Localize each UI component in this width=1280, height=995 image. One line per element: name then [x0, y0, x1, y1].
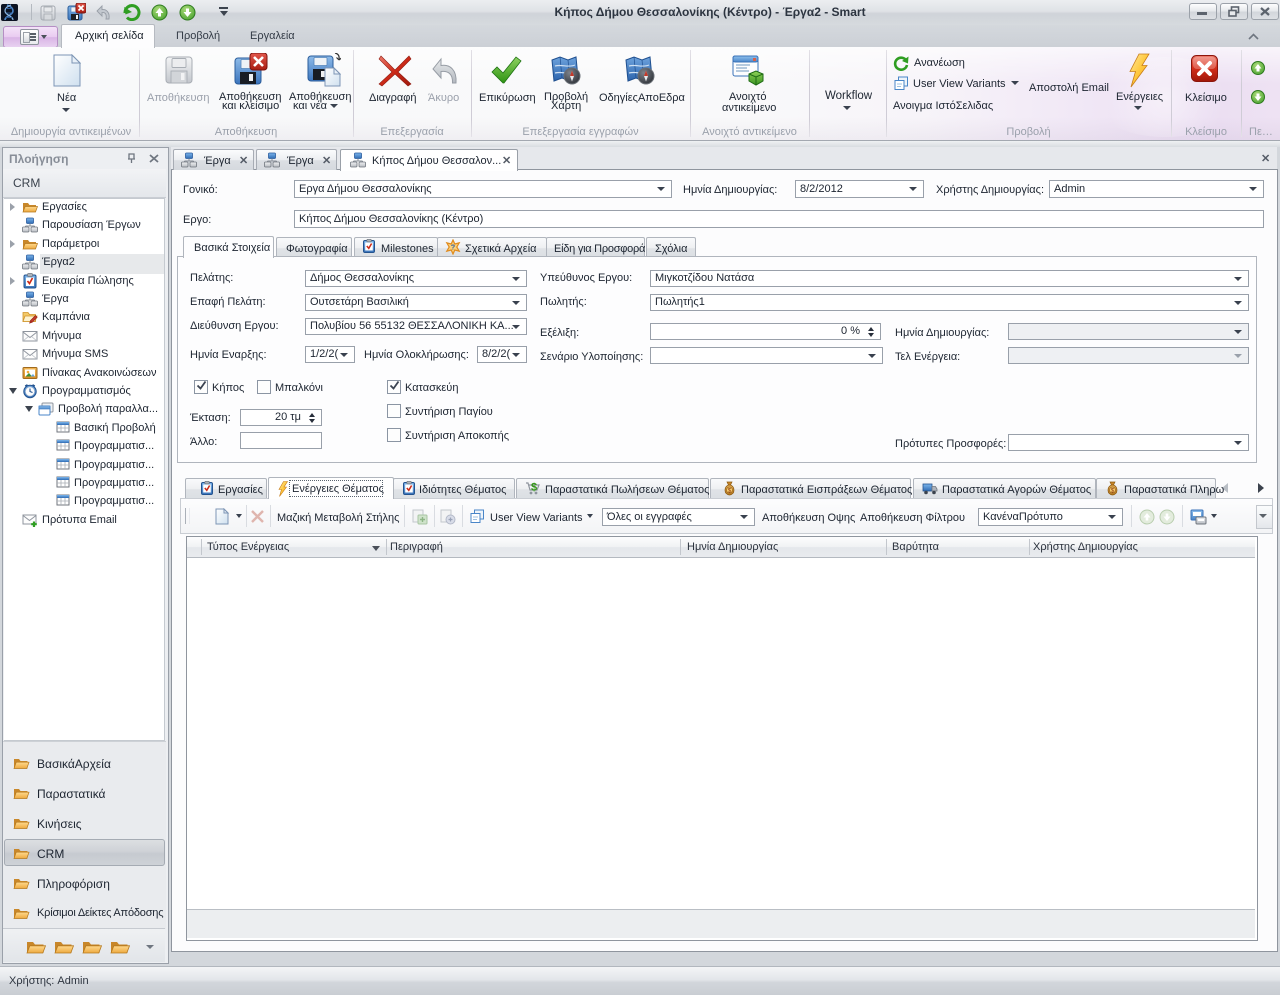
svg-text:?: ?	[451, 245, 455, 252]
svg-text:$: $	[531, 482, 537, 494]
